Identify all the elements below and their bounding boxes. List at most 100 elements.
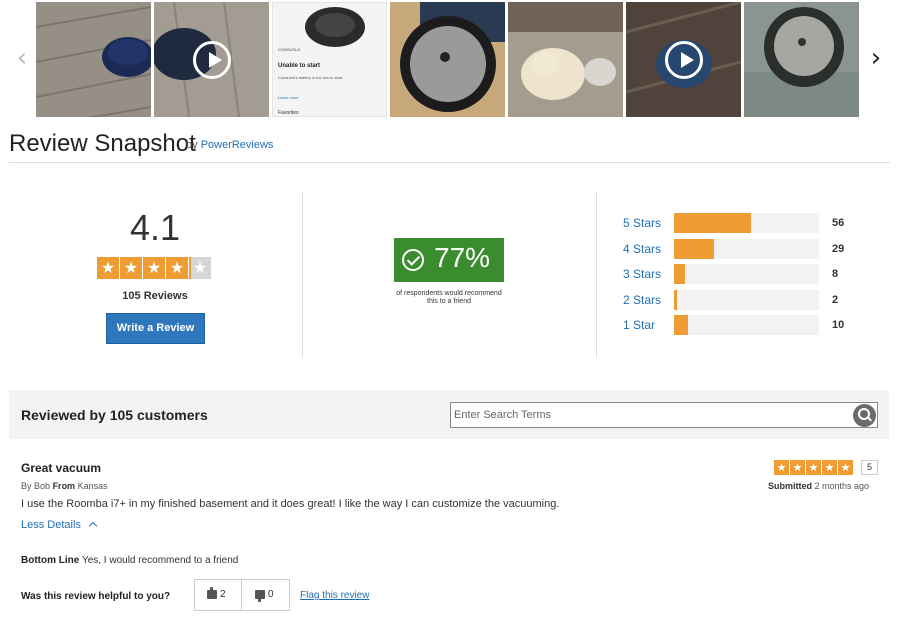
carousel-thumbnail[interactable] [744, 2, 859, 117]
bottom-line: Bottom Line Yes, I would recommend to a … [21, 555, 238, 566]
submitted-when: 2 months ago [814, 481, 870, 491]
star-icon: ★ [143, 257, 165, 279]
star-icon: ★ [806, 460, 821, 475]
thumbs-down-icon [255, 589, 265, 602]
by-prefix: by [186, 139, 198, 151]
carousel-prev-icon[interactable]: ‹ [12, 44, 32, 72]
helpful-no-count: 0 [268, 589, 274, 600]
distribution-track [674, 264, 819, 284]
app-learn-more: Learn more [278, 95, 299, 100]
helpful-question: Was this review helpful to you? [21, 591, 171, 602]
distribution-row-3[interactable]: 3 Stars 8 [623, 264, 853, 284]
distribution-row-2[interactable]: 2 Stars 2 [623, 290, 853, 310]
review-score: 5 [861, 460, 878, 475]
play-icon[interactable] [193, 41, 231, 79]
divider [596, 193, 597, 357]
helpful-votes: 2 0 [194, 579, 290, 611]
carousel-thumbnail[interactable] [154, 2, 269, 117]
star-icon: ★ [774, 460, 789, 475]
powerreviews-link[interactable]: PowerReviews [201, 139, 274, 151]
average-rating: 4.1 [129, 207, 181, 248]
carousel-thumbnail[interactable] [390, 2, 505, 117]
write-review-button[interactable]: Write a Review [106, 313, 205, 344]
star-icon: ★ [838, 460, 853, 475]
app-favorites: Favorites [278, 110, 299, 116]
distribution-label[interactable]: 1 Star [623, 318, 655, 332]
bottom-line-value: Yes, I would recommend to a friend [81, 555, 239, 566]
divider [302, 193, 303, 357]
distribution-track [674, 239, 819, 259]
thumbs-up-icon [207, 586, 217, 599]
from-label: From [52, 481, 76, 491]
distribution-fill [674, 239, 714, 259]
distribution-fill [674, 315, 688, 335]
less-details-label[interactable]: Less Details [21, 519, 81, 531]
distribution-count: 2 [832, 294, 839, 306]
less-details-link[interactable]: Less Details [21, 519, 98, 531]
distribution-count: 29 [832, 243, 845, 255]
carousel-thumbnail[interactable] [36, 2, 151, 117]
review-search [450, 402, 878, 428]
media-carousel: ‹ CONSUELA Unable to start Consuela's ba… [0, 0, 900, 120]
bottom-line-label: Bottom Line [21, 555, 80, 566]
distribution-track [674, 290, 819, 310]
reviews-toolbar: Reviewed by 105 customers [9, 390, 889, 439]
star-icon: ★ [166, 257, 188, 279]
chevron-up-icon[interactable] [88, 521, 98, 531]
author-name: Bob [34, 481, 51, 491]
author-location: Kansas [77, 481, 108, 491]
distribution-count: 8 [832, 268, 839, 280]
app-device-name: CONSUELA [278, 47, 301, 52]
star-icon: ★ [120, 257, 142, 279]
recommend-text: of respondents would recommend this to a… [396, 290, 502, 305]
distribution-label[interactable]: 4 Stars [623, 242, 661, 256]
submitted-date: Submitted 2 months ago [768, 481, 869, 491]
distribution-label[interactable]: 2 Stars [623, 293, 661, 307]
carousel-thumbnail[interactable]: CONSUELA Unable to start Consuela's batt… [272, 2, 387, 117]
reviews-heading: Reviewed by 105 customers [21, 407, 208, 423]
distribution-fill [674, 290, 677, 310]
snapshot-by: by PowerReviews [186, 139, 273, 151]
distribution-fill [674, 264, 685, 284]
average-stars: ★ ★ ★ ★ ★ [97, 257, 212, 279]
search-icon[interactable] [853, 404, 876, 427]
recommend-badge: 77% [394, 238, 504, 282]
check-circle-icon [402, 249, 424, 271]
distribution-row-5[interactable]: 5 Stars 56 [623, 213, 853, 233]
robot-vacuum-top-photo [390, 2, 505, 117]
review-body: I use the Roomba i7+ in my finished base… [21, 498, 560, 510]
partial-star-icon: ★ [189, 257, 211, 279]
reviews-count: 105 Reviews [122, 290, 188, 302]
carousel-thumbnail[interactable] [626, 2, 741, 117]
play-icon[interactable] [665, 41, 703, 79]
distribution-row-4[interactable]: 4 Stars 29 [623, 239, 853, 259]
star-icon: ★ [790, 460, 805, 475]
review-author-meta: By Bob From Kansas [21, 481, 108, 491]
distribution-row-1[interactable]: 1 Star 10 [623, 315, 853, 335]
app-status: Unable to start [278, 63, 321, 69]
review-headline: Great vacuum [21, 461, 102, 475]
robot-vacuum-product-icon [305, 7, 365, 47]
flag-review-link[interactable]: Flag this review [300, 590, 369, 601]
star-icon: ★ [822, 460, 837, 475]
distribution-track [674, 315, 819, 335]
distribution-label[interactable]: 3 Stars [623, 267, 661, 281]
robot-vacuum-rug-photo [744, 2, 859, 117]
distribution-label[interactable]: 5 Stars [623, 216, 661, 230]
review-stars: ★ ★ ★ ★ ★ [774, 460, 854, 475]
search-input[interactable] [454, 406, 844, 424]
by-label: By [21, 481, 32, 491]
helpful-no-button[interactable]: 0 [243, 580, 290, 610]
dogs-photo [508, 2, 623, 117]
star-icon: ★ [97, 257, 119, 279]
carousel-next-icon[interactable]: › [866, 44, 886, 72]
app-message: Consuela's battery is too low to start. [278, 75, 344, 80]
divider [9, 162, 890, 163]
helpful-yes-button[interactable]: 2 [195, 580, 242, 610]
submitted-label: Submitted [768, 481, 812, 491]
carousel-thumbnail[interactable] [508, 2, 623, 117]
distribution-track [674, 213, 819, 233]
robot-vacuum-floor-photo [36, 2, 151, 117]
helpful-yes-count: 2 [220, 589, 226, 600]
distribution-count: 10 [832, 319, 845, 331]
